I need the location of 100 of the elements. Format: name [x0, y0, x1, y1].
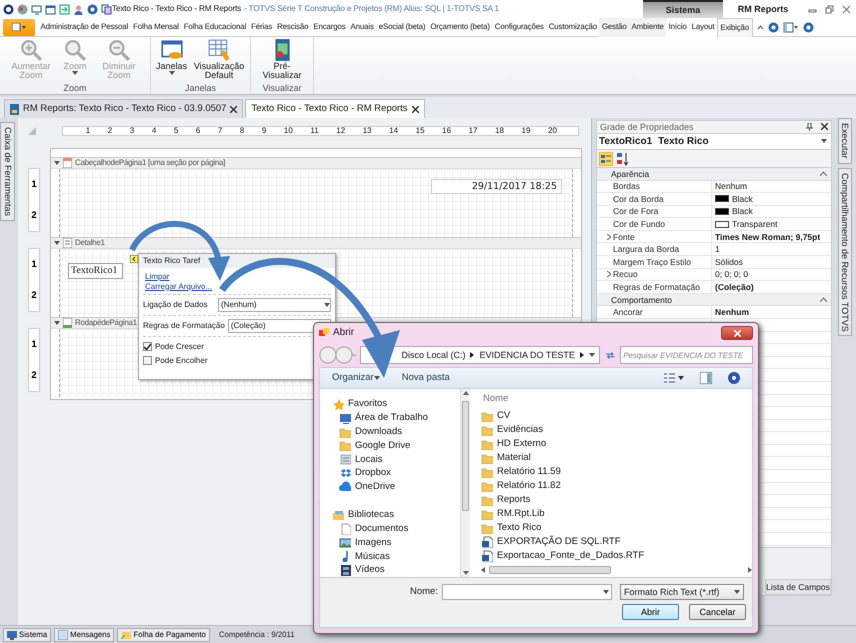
caret-icon — [168, 71, 175, 76]
property-value[interactable]: Black — [732, 206, 753, 217]
chevron-icon — [580, 352, 584, 358]
checkbox[interactable] — [143, 342, 152, 352]
property-value[interactable]: Times New Roman; 9,75pt — [715, 232, 820, 242]
caret-icon — [821, 138, 827, 143]
nav-item[interactable]: Vídeos — [332, 563, 460, 577]
property-value[interactable]: 0; 0; 0; 0 — [715, 269, 748, 280]
file-item[interactable]: CV — [481, 409, 752, 423]
file-item[interactable]: Reports — [481, 493, 752, 507]
ruler-number: 2 — [31, 290, 37, 302]
field-list-tab[interactable]: Lista de Campos — [765, 578, 831, 595]
object-selector[interactable]: TextoRico1 Texto Rico — [596, 134, 832, 150]
ruler-number: 1 — [31, 258, 37, 270]
nav-item[interactable]: Documentos — [332, 522, 460, 536]
file-item[interactable]: Texto Rico — [481, 521, 752, 535]
folder-icon — [339, 439, 351, 452]
filename-field[interactable] — [442, 584, 612, 600]
toolbar-button[interactable]: Organizar — [332, 372, 380, 384]
ruler-number: 1 — [86, 126, 90, 136]
file-item[interactable]: Relatório 11.59 — [481, 465, 752, 479]
band-title: RodapédePágina1 — [75, 318, 137, 328]
monitor-icon — [7, 630, 17, 640]
file-item[interactable]: EXPORTAÇÃO DE SQL.RTF — [481, 535, 752, 549]
nav-item[interactable]: Locais — [332, 452, 460, 466]
property-value[interactable]: (Coleção) — [715, 282, 754, 292]
file-item[interactable]: Relatório 11.82 — [481, 479, 752, 493]
collapse-icon — [820, 297, 827, 302]
property-value[interactable]: 1 — [715, 244, 720, 254]
nav-item[interactable]: Músicas — [332, 549, 460, 564]
property-category[interactable]: Comportamento — [597, 294, 831, 306]
help-icon — [728, 372, 740, 384]
panel-title: Texto Rico Taref — [143, 256, 200, 266]
ruler-number: 7 — [218, 126, 222, 136]
ruler-number: 2 — [31, 370, 37, 382]
window-title: Texto Rico - Texto Rico - RM Reports — [112, 4, 242, 14]
scroll-down-icon — [462, 571, 468, 575]
ruler-number: 9 — [262, 126, 266, 136]
property-value[interactable]: Black — [732, 194, 753, 204]
scroll-right-icon — [748, 567, 752, 573]
property-value[interactable]: Nenhum — [715, 307, 749, 318]
dock-tab[interactable]: Compartilhamento de Recursos TOTVS — [838, 168, 852, 336]
globe-icon — [768, 22, 779, 32]
file-item[interactable]: RM.Rpt.Lib — [481, 507, 752, 521]
dialog-title: Abrir — [333, 327, 354, 339]
file-item[interactable]: HD Externo — [481, 437, 752, 451]
action-link[interactable]: Carregar Arquivo... — [145, 282, 212, 292]
rich-text-control[interactable]: TextoRico1 — [68, 263, 123, 279]
ribbon-button[interactable]: Janelas — [154, 38, 190, 84]
ribbon-button[interactable]: Visualização Default — [191, 38, 248, 84]
application-menu-button[interactable] — [3, 18, 35, 36]
scrollbar[interactable] — [481, 565, 752, 575]
property-value[interactable]: Sólidos — [715, 256, 743, 267]
property-label: Margem Traço Estilo — [613, 256, 691, 267]
document-tab[interactable]: RM Reports: Texto Rico - Texto Rico - 03.9.0507 — [4, 99, 244, 118]
nav-item[interactable]: Google Drive — [332, 438, 460, 452]
smart-tag-icon — [130, 255, 138, 263]
nav-item[interactable]: Bibliotecas — [332, 508, 460, 522]
property-category[interactable]: Aparência — [597, 168, 831, 180]
file-type-dropdown[interactable]: Formato Rich Text (*.rtf) — [620, 584, 744, 600]
monitor-icon — [31, 4, 42, 14]
ribbon-button[interactable]: Pré-Visualizar — [254, 38, 310, 84]
column-header[interactable]: Nome — [481, 393, 752, 409]
caret-icon — [602, 590, 609, 594]
open-button[interactable]: Abrir — [622, 604, 679, 620]
property-value[interactable]: Transparent — [732, 218, 778, 230]
nav-item[interactable]: Área de Trabalho — [332, 410, 460, 425]
layout-icon — [782, 22, 799, 32]
cancel-button[interactable]: Cancelar — [689, 604, 746, 620]
dock-tab[interactable]: Executar — [838, 118, 852, 164]
dropdown-field[interactable]: (Nenhum) — [218, 298, 331, 312]
file-item[interactable]: Evidências — [481, 423, 752, 437]
property-label: Bordas — [613, 181, 640, 192]
checkbox[interactable] — [143, 356, 152, 366]
folder-icon — [481, 438, 493, 450]
messages-icon — [58, 630, 68, 640]
nav-item[interactable]: Downloads — [332, 424, 460, 438]
report-icon — [10, 104, 19, 114]
file-item[interactable]: Material — [481, 451, 752, 465]
address-bar[interactable]: Disco Local (C:) EVIDENCIA DO TESTE — [360, 346, 600, 364]
document-tab[interactable]: Texto Rico - Texto Rico - RM Reports — [245, 99, 425, 118]
nav-item[interactable]: Favoritos — [332, 397, 460, 411]
folder-icon — [481, 424, 493, 436]
nav-item[interactable]: Dropbox — [332, 466, 460, 480]
file-item[interactable]: Exportacao_Fonte_de_Dados.RTF — [481, 549, 752, 563]
category-name: Aparência — [611, 168, 650, 179]
category-name: Comportamento — [611, 294, 672, 305]
close-icon — [842, 4, 851, 14]
property-value[interactable]: Nenhum — [715, 181, 748, 192]
ruler-number: 11 — [310, 126, 319, 136]
close-button[interactable] — [721, 326, 753, 340]
scrollbar[interactable] — [460, 389, 470, 577]
nav-item[interactable]: Imagens — [332, 535, 460, 550]
toolbar-button[interactable]: Nova pasta — [402, 372, 450, 384]
nav-item[interactable]: OneDrive — [332, 480, 460, 494]
toolbox-tab[interactable]: Caixa de Ferramentas — [0, 122, 15, 222]
ruler-number: 5 — [174, 126, 178, 136]
property-label: Ancorar — [613, 307, 643, 318]
categorized-icon — [599, 152, 613, 166]
action-link[interactable]: Limpar — [145, 272, 170, 282]
